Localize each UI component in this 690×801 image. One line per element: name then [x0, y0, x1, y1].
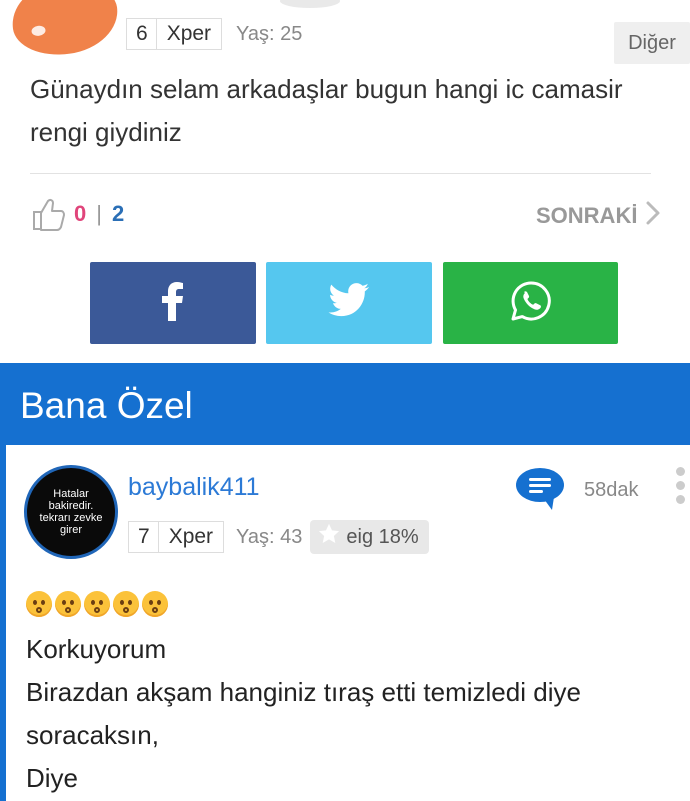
section-title: Bana Özel	[20, 385, 193, 426]
like-count[interactable]: 0	[74, 201, 86, 227]
answer-badges: 7 Xper Yaş: 43 eig 18%	[128, 520, 429, 554]
facebook-share-button[interactable]	[90, 262, 256, 344]
avatar-mark	[30, 24, 47, 37]
divider	[30, 173, 651, 174]
thumbs-up-icon[interactable]	[30, 196, 66, 232]
xper-level-badge: 6 Xper	[126, 18, 223, 50]
author-badges: 6 Xper Yaş: 25	[126, 18, 302, 50]
level-number: 7	[138, 525, 150, 548]
star-icon	[318, 523, 346, 551]
author-age: Yaş: 25	[236, 22, 303, 45]
kebab-dot	[676, 495, 685, 504]
answer-time: 58dak	[584, 479, 639, 501]
kebab-dot	[676, 481, 685, 490]
dislike-count[interactable]: 2	[112, 201, 124, 227]
xper-label: Xper	[157, 522, 223, 552]
level-number: 6	[136, 22, 148, 45]
question-card: 6 Xper Yaş: 25 Diğer Günaydın selam arka…	[0, 0, 690, 363]
xper-label: Xper	[155, 19, 221, 49]
kebab-dot	[676, 467, 685, 476]
whatsapp-share-button[interactable]	[443, 262, 618, 344]
more-options-icon[interactable]	[676, 467, 686, 509]
author-avatar[interactable]	[7, 0, 123, 62]
top-fade	[280, 0, 340, 8]
hushed-face-emoji-icon	[84, 591, 110, 617]
avatar-text-line: bakiredir.	[48, 500, 94, 512]
next-button[interactable]: SONRAKİ	[536, 200, 661, 232]
section-header: Bana Özel	[0, 363, 690, 445]
eig-label: eig 18%	[346, 525, 419, 548]
facebook-icon	[162, 281, 184, 326]
twitter-icon	[328, 282, 370, 324]
answer-accent-bar	[0, 445, 6, 801]
twitter-share-button[interactable]	[266, 262, 432, 344]
hushed-face-emoji-icon	[26, 591, 52, 617]
answer-avatar[interactable]: Hatalar bakiredir. tekrarı zevke girer	[24, 465, 118, 559]
avatar-text-line: girer	[59, 524, 82, 536]
chevron-right-icon	[637, 200, 661, 232]
hushed-face-emoji-icon	[55, 591, 81, 617]
answer-text: Korkuyorum Birazdan akşam hanginiz tıraş…	[26, 628, 676, 800]
question-text: Günaydın selam arkadaşlar bugun hangi ic…	[30, 74, 623, 147]
emoji-row	[26, 591, 171, 617]
answer-line: soracaksın,	[26, 720, 159, 750]
answer-line: Korkuyorum	[26, 634, 167, 664]
vote-row: 0 | 2	[30, 196, 124, 232]
answer-line: Diye	[26, 763, 79, 793]
answer-username[interactable]: baybalik411	[128, 473, 260, 502]
hushed-face-emoji-icon	[113, 591, 139, 617]
other-button[interactable]: Diğer	[614, 22, 690, 64]
answer-line: Birazdan akşam hanginiz tıraş etti temiz…	[26, 677, 581, 707]
answer-card: Hatalar bakiredir. tekrarı zevke girer b…	[0, 445, 690, 801]
xper-level-badge: 7 Xper	[128, 521, 225, 553]
avatar-text-line: Hatalar	[53, 488, 89, 500]
whatsapp-icon	[510, 280, 552, 327]
hushed-face-emoji-icon	[142, 591, 168, 617]
comment-icon[interactable]	[514, 467, 566, 516]
eig-badge: eig 18%	[310, 520, 429, 554]
next-label: SONRAKİ	[536, 203, 638, 228]
avatar-text-line: tekrarı zevke	[39, 512, 103, 524]
vote-separator: |	[96, 201, 102, 226]
answer-age: Yaş: 43	[236, 525, 303, 548]
